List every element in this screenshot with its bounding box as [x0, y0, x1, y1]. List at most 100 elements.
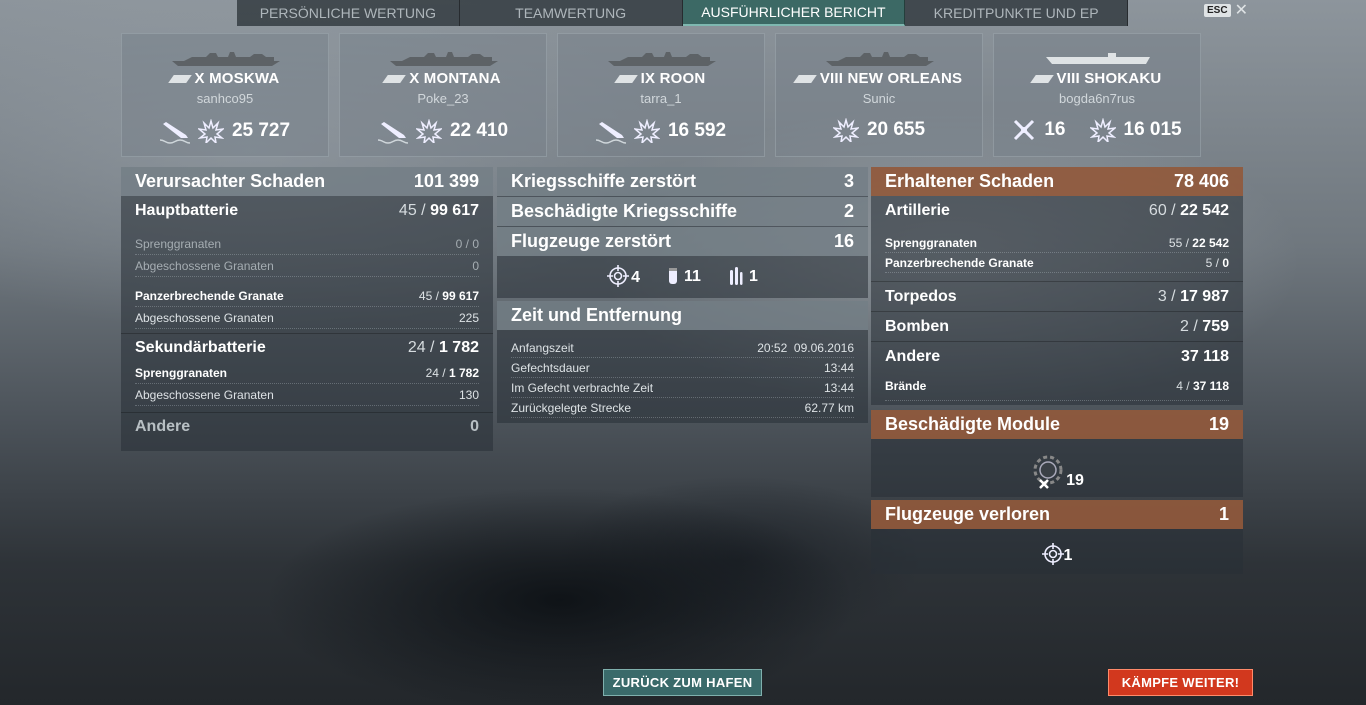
received-he-row: Sprenggranaten 55 / 22 542	[885, 233, 1229, 253]
damaged-module-icon	[1033, 455, 1063, 489]
ship-class-icon	[382, 75, 407, 84]
distance-row: Zurückgelegte Strecke 62.77 km	[511, 398, 854, 418]
damage-received-header: Erhaltener Schaden 78 406	[871, 167, 1243, 196]
received-ap-row: Panzerbrechende Granate 5 / 0	[885, 253, 1229, 273]
sunk-ship-icon	[377, 118, 408, 144]
ship-silhouette-icon	[1046, 53, 1150, 64]
ship-class-icon	[613, 75, 638, 84]
other-damage-row: Andere 0	[121, 412, 493, 441]
player-name: Poke_23	[417, 91, 469, 106]
ship-card: VIII NEW ORLEANS Sunic 20 655	[775, 33, 983, 157]
fighter-crosshair-icon	[1041, 543, 1064, 565]
damage-dealt-panel: Verursachter Schaden 101 399 Hauptbatter…	[121, 167, 493, 451]
damage-dealt-total: 101 399	[413, 171, 479, 191]
back-to-port-button[interactable]: ZURÜCK ZUM HAFEN	[603, 669, 762, 696]
fighter-crosshair-icon	[607, 265, 630, 287]
tab-team-score[interactable]: TEAMWERTUNG	[460, 0, 683, 26]
ship-ribbons: 16 16 015	[994, 118, 1200, 142]
ship-name: X MOSKWA	[122, 70, 328, 87]
close-control[interactable]: ESC ✕	[1204, 2, 1248, 18]
damage-icon	[832, 118, 859, 142]
damage-icon	[197, 119, 224, 143]
tab-credits-xp[interactable]: KREDITPUNKTE UND EP	[905, 0, 1128, 26]
ship-ribbons: 22 410	[340, 118, 546, 144]
plane-types-row: 4 11 1	[497, 256, 868, 296]
warships-destroyed-row: Kriegsschiffe zerstört 3	[497, 167, 868, 196]
damage-icon	[633, 119, 660, 143]
main-ap-fired-row: Abgeschossene Granaten 225	[135, 307, 479, 329]
artillery-row: Artillerie 60 / 22 542	[885, 201, 1229, 219]
damage-icon	[415, 119, 442, 143]
damage-icon	[1089, 118, 1116, 142]
planes-lost-panel: Flugzeuge verloren 1 1	[871, 500, 1243, 574]
ship-silhouette-icon	[608, 52, 716, 66]
bomb-icon	[669, 268, 678, 284]
torpedo-icon	[729, 267, 743, 285]
kills-panel: Kriegsschiffe zerstört 3 Beschädigte Krie…	[497, 167, 868, 298]
ship-silhouette-icon	[826, 52, 934, 66]
damage-value: 16 592	[667, 120, 727, 141]
player-name: bogda6n7rus	[1059, 91, 1135, 106]
main-battery-row: Hauptbatterie 45 / 99 617	[121, 196, 493, 225]
damage-value: 22 410	[449, 120, 509, 141]
warships-damaged-row: Beschädigte Kriegsschiffe 2	[497, 197, 868, 226]
esc-key-label: ESC	[1204, 4, 1231, 17]
secondary-battery-label: Sekundärbatterie	[135, 339, 266, 356]
sunk-ship-icon	[159, 118, 190, 144]
ship-ribbons: 16 592	[558, 118, 764, 144]
ship-name: X MONTANA	[340, 70, 546, 87]
start-time-row: Anfangszeit 20:52 09.06.2016	[511, 338, 854, 358]
player-name: tarra_1	[640, 91, 682, 106]
ship-class-icon	[167, 75, 192, 84]
modules-header: Beschädigte Module 19	[871, 410, 1243, 439]
player-name: sanhco95	[196, 91, 254, 106]
ship-silhouette-icon	[390, 52, 498, 66]
main-ap-row: Panzerbrechende Granate 45 / 99 617	[135, 285, 479, 307]
ship-silhouette-icon	[172, 52, 280, 66]
tab-detailed-report[interactable]: AUSFÜHRLICHER BERICHT	[682, 0, 906, 26]
tab-bar: PERSÖNLICHE WERTUNG TEAMWERTUNG AUSFÜHRL…	[237, 0, 1128, 26]
bombs-row: Bomben 2 / 759	[871, 311, 1243, 341]
damage-value: 25 727	[231, 120, 291, 141]
tab-personal-score[interactable]: PERSÖNLICHE WERTUNG	[237, 0, 460, 26]
plane-shot-icon	[1012, 118, 1036, 142]
ship-name: VIII SHOKAKU	[994, 70, 1200, 87]
close-icon[interactable]: ✕	[1235, 2, 1248, 18]
secondary-he-row: Sprenggranaten 24 / 1 782	[135, 362, 479, 384]
time-in-battle-row: Im Gefecht verbrachte Zeit 13:44	[511, 378, 854, 398]
sunk-ship-icon	[595, 118, 626, 144]
other-received-row: Andere 37 118	[871, 341, 1243, 371]
ship-card: X MONTANA Poke_23 22 410	[339, 33, 547, 157]
planes-destroyed-row: Flugzeuge zerstört 16	[497, 227, 868, 256]
ship-class-icon	[793, 75, 817, 84]
damage-dealt-title: Verursachter Schaden	[135, 171, 326, 191]
planes-lost-header: Flugzeuge verloren 1	[871, 500, 1243, 529]
main-he-row: Sprenggranaten 0 / 0	[135, 233, 479, 255]
main-battery-label: Hauptbatterie	[135, 201, 239, 219]
continue-fight-button[interactable]: KÄMPFE WEITER!	[1108, 669, 1253, 696]
torpedo-row: Torpedos 3 / 17 987	[871, 281, 1243, 311]
damage-received-panel: Erhaltener Schaden 78 406 Artillerie 60 /…	[871, 167, 1243, 405]
ship-ribbons: 20 655	[776, 118, 982, 142]
player-name: Sunic	[862, 91, 896, 106]
time-distance-panel: Zeit und Entfernung Anfangszeit 20:52 09.…	[497, 301, 868, 423]
main-he-fired-row: Abgeschossene Granaten 0	[135, 255, 479, 277]
secondary-fired-row: Abgeschossene Granaten 130	[135, 384, 479, 406]
ship-class-icon	[1029, 75, 1054, 84]
ship-name: VIII NEW ORLEANS	[776, 70, 982, 87]
ship-card: IX ROON tarra_1 16 592	[557, 33, 765, 157]
ship-card: X MOSKWA sanhco95 25 727	[121, 33, 329, 157]
secondary-battery-row: Sekundärbatterie 24 / 1 782	[121, 333, 493, 362]
ship-card: VIII SHOKAKU bogda6n7rus 16 16 015	[993, 33, 1201, 157]
battle-duration-row: Gefechtsdauer 13:44	[511, 358, 854, 378]
ship-ribbons: 25 727	[122, 118, 328, 144]
main-battery-value: 45 / 99 617	[398, 201, 479, 219]
fires-row: Brände 4 / 37 118	[885, 371, 1229, 401]
time-distance-header: Zeit und Entfernung	[497, 301, 868, 330]
ship-name: IX ROON	[558, 70, 764, 87]
damage-dealt-header: Verursachter Schaden 101 399	[121, 167, 493, 196]
planes-count: 16	[1044, 119, 1066, 140]
damage-value: 16 015	[1123, 119, 1182, 140]
modules-panel: Beschädigte Module 19 19	[871, 410, 1243, 497]
damage-value: 20 655	[866, 119, 926, 140]
